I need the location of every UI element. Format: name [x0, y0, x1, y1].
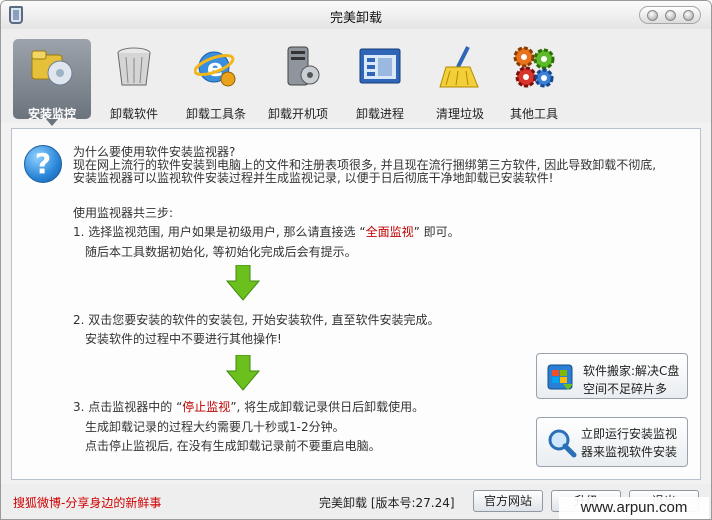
step-3-sub-1: 生成卸载记录的过程大约需要几十秒或1-2分钟。: [85, 420, 345, 434]
tool-uninstall-process[interactable]: 卸载进程: [341, 39, 419, 121]
tool-label: 其他工具: [509, 107, 558, 121]
run-monitor-text: 立即运行安装监视 器来监视软件安装: [581, 425, 677, 461]
tool-clean-junk[interactable]: 清理垃圾: [421, 39, 499, 121]
title-bar[interactable]: 完美卸载: [1, 1, 711, 29]
step-3: 3. 点击监视器中的 “停止监视”, 将生成卸载记录供日后卸载使用。: [73, 400, 424, 414]
magnifier-icon: [548, 429, 577, 458]
maximize-button[interactable]: [665, 10, 676, 21]
broom-icon: [439, 46, 479, 88]
weibo-link[interactable]: 搜狐微博-分享身边的新鲜事: [13, 494, 161, 511]
software-move-line-1: 软件搬家:解决C盘: [583, 364, 680, 378]
step-3-sub-2: 点击停止监视后, 在没有生成卸载记录前不要重启电脑。: [85, 439, 381, 453]
intro-question: 为什么要使用软件安装监视器?: [73, 145, 236, 159]
window-controls: [639, 6, 701, 24]
down-arrow-icon: [226, 355, 260, 391]
main-window: 完美卸载 安装监控 卸载软件 e 卸载工具条 卸载开机项 卸载进程 清理垃圾 其…: [0, 0, 712, 520]
intro-line-2: 安装监视器可以监视软件安装过程并生成监视记录, 以便于日后彻底干净地卸载已安装软…: [73, 171, 554, 185]
down-arrow-icon: [226, 265, 260, 301]
official-site-button[interactable]: 官方网站: [473, 490, 543, 512]
step-2: 2. 双击您要安装的软件的安装包, 开始安装软件, 直至软件安装完成。: [73, 313, 440, 327]
tool-uninstall-toolbar[interactable]: e 卸载工具条: [177, 39, 255, 121]
run-monitor-line-2: 器来监视软件安装: [581, 445, 678, 459]
minimize-button[interactable]: [647, 10, 658, 21]
tool-other-tools[interactable]: 其他工具: [495, 39, 573, 121]
gears-icon: [513, 46, 555, 88]
step-3-highlight: 停止监视: [182, 400, 231, 414]
software-move-line-2: 空间不足碎片多: [583, 382, 668, 396]
software-move-button[interactable]: 软件搬家:解决C盘 空间不足碎片多: [536, 353, 688, 399]
windows-box-icon: [547, 364, 573, 390]
window-title: 完美卸载: [329, 11, 382, 26]
step-2-sub: 安装软件的过程中不要进行其他操作!: [85, 332, 282, 346]
tool-label: 卸载开机项: [267, 107, 328, 121]
toolbar: 安装监控 卸载软件 e 卸载工具条 卸载开机项 卸载进程 清理垃圾 其他工具: [1, 29, 711, 126]
watermark: www.arpun.com: [559, 497, 709, 519]
tool-uninstall-startup[interactable]: 卸载开机项: [259, 39, 337, 121]
process-window-icon: [359, 48, 401, 84]
run-monitor-button[interactable]: 立即运行安装监视 器来监视软件安装: [536, 417, 688, 467]
step-3-tail: ”, 将生成卸载记录供日后卸载使用。: [230, 400, 425, 414]
tool-label: 卸载工具条: [185, 107, 246, 121]
install-monitor-icon: [31, 50, 73, 86]
step-3-text: 3. 点击监视器中的 “: [73, 400, 183, 414]
startup-pc-icon: [287, 46, 320, 86]
tool-uninstall-software[interactable]: 卸载软件: [95, 39, 173, 121]
question-icon: ?: [24, 145, 62, 183]
tool-label: 清理垃圾: [435, 107, 484, 121]
ie-browser-icon: e: [194, 51, 236, 87]
step-1-tail: ” 即可。: [413, 225, 460, 239]
software-move-text: 软件搬家:解决C盘 空间不足碎片多: [583, 362, 679, 398]
tool-label: 卸载软件: [109, 107, 158, 121]
step-1-highlight: 全面监视: [365, 225, 414, 239]
tool-label: 卸载进程: [355, 107, 404, 121]
intro-line-1: 现在网上流行的软件安装到电脑上的文件和注册表项很多, 并且现在流行捆绑第三方软件…: [73, 158, 657, 172]
trash-bin-icon: [117, 47, 151, 86]
step-1: 1. 选择监视范围, 用户如果是初级用户, 那么请直接选 “全面监视” 即可。: [73, 225, 460, 239]
tool-install-monitor[interactable]: 安装监控: [13, 39, 91, 126]
run-monitor-line-1: 立即运行安装监视: [581, 427, 678, 441]
step-1-text: 1. 选择监视范围, 用户如果是初级用户, 那么请直接选 “: [73, 225, 366, 239]
content-panel: ? 为什么要使用软件安装监视器? 现在网上流行的软件安装到电脑上的文件和注册表项…: [11, 128, 701, 480]
version-label: 完美卸载 [版本号:27.24]: [319, 496, 455, 510]
active-pointer: [46, 119, 58, 126]
steps-heading: 使用监视器共三步:: [73, 206, 174, 220]
close-button[interactable]: [683, 10, 694, 21]
step-1-sub: 随后本工具数据初始化, 等初始化完成后会有提示。: [85, 245, 357, 259]
